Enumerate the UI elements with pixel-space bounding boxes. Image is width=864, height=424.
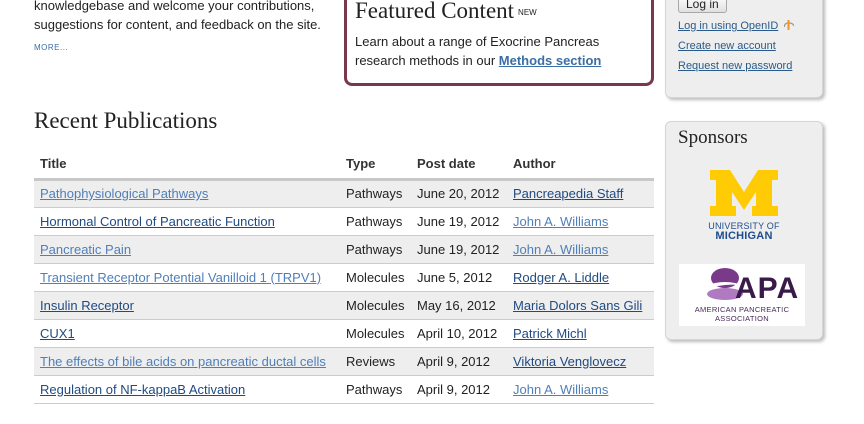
title-cell: The effects of bile acids on pancreatic … <box>34 347 340 376</box>
author-link[interactable]: Maria Dolors Sans Gili <box>513 298 642 313</box>
column-header-title: Title <box>34 150 340 181</box>
date-cell: April 10, 2012 <box>411 319 507 348</box>
column-header-type: Type <box>340 150 411 181</box>
more-link[interactable]: MORE... <box>34 38 334 57</box>
table-row: The effects of bile acids on pancreatic … <box>34 347 654 376</box>
create-account-link[interactable]: Create new account <box>678 40 776 52</box>
title-cell: Hormonal Control of Pancreatic Function <box>34 207 340 236</box>
title-cell: Pancreatic Pain <box>34 235 340 264</box>
table-row: Regulation of NF-kappaB Activation Pathw… <box>34 375 654 404</box>
apa-line-1: AMERICAN PANCREATIC <box>694 305 790 314</box>
column-header-author: Author <box>507 150 654 181</box>
openid-login-link[interactable]: Log in using OpenID <box>678 20 795 32</box>
date-cell: June 19, 2012 <box>411 235 507 264</box>
openid-link-label: Log in using OpenID <box>678 20 779 32</box>
table-row: Insulin Receptor Molecules May 16, 2012 … <box>34 291 654 320</box>
apa-letters: APA <box>735 272 800 305</box>
author-cell: John A. Williams <box>507 207 654 236</box>
type-cell: Molecules <box>340 263 411 292</box>
type-cell: Molecules <box>340 319 411 348</box>
apa-subtitle: AMERICAN PANCREATIC ASSOCIATION <box>679 305 805 323</box>
type-cell: Pathways <box>340 235 411 264</box>
date-cell: April 9, 2012 <box>411 347 507 376</box>
author-link[interactable]: John A. Williams <box>513 242 608 257</box>
title-cell: Transient Receptor Potential Vanilloid 1… <box>34 263 340 292</box>
apa-line-2: ASSOCIATION <box>714 314 769 323</box>
intro-line-2: suggestions for content, and feedback on… <box>34 17 321 32</box>
publication-link[interactable]: Transient Receptor Potential Vanilloid 1… <box>40 270 321 285</box>
type-cell: Pathways <box>340 207 411 236</box>
publication-link[interactable]: Pathophysiological Pathways <box>40 186 208 201</box>
author-cell: Viktoria Venglovecz <box>507 347 654 376</box>
publication-link[interactable]: Hormonal Control of Pancreatic Function <box>40 214 275 229</box>
title-cell: Pathophysiological Pathways <box>34 179 340 208</box>
table-header-row: Title Type Post date Author <box>34 150 654 181</box>
title-cell: Regulation of NF-kappaB Activation <box>34 375 340 404</box>
author-cell: Pancreapedia Staff <box>507 179 654 208</box>
featured-content-box: Featured Content NEW Learn about a range … <box>344 0 654 86</box>
author-link[interactable]: Pancreapedia Staff <box>513 186 623 201</box>
author-cell: Rodger A. Liddle <box>507 263 654 292</box>
table-row: Hormonal Control of Pancreatic Function … <box>34 207 654 236</box>
date-cell: June 20, 2012 <box>411 179 507 208</box>
request-password-link[interactable]: Request new password <box>678 60 792 72</box>
login-block: Log in Log in using OpenID Create new ac… <box>665 0 823 98</box>
university-of-michigan-logo[interactable]: UNIVERSITY OF MICHIGAN <box>708 168 780 242</box>
michigan-line-2: MICHIGAN <box>715 230 773 242</box>
table-row: CUX1 Molecules April 10, 2012 Patrick Mi… <box>34 319 654 348</box>
author-link[interactable]: John A. Williams <box>513 382 608 397</box>
recent-publications-title: Recent Publications <box>34 108 218 133</box>
column-header-post-date: Post date <box>411 150 507 181</box>
publication-link[interactable]: Insulin Receptor <box>40 298 134 313</box>
featured-text: Learn about a range of Exocrine Pancreas… <box>355 32 643 70</box>
type-cell: Pathways <box>340 179 411 208</box>
intro-text: knowledgebase and welcome your contribut… <box>34 0 334 57</box>
date-cell: April 9, 2012 <box>411 375 507 404</box>
date-cell: May 16, 2012 <box>411 291 507 320</box>
author-cell: John A. Williams <box>507 375 654 404</box>
type-cell: Pathways <box>340 375 411 404</box>
table-row: Pancreatic Pain Pathways June 19, 2012 J… <box>34 235 654 264</box>
table-row: Pathophysiological Pathways Pathways Jun… <box>34 179 654 208</box>
block-m-icon <box>710 170 778 216</box>
date-cell: June 19, 2012 <box>411 207 507 236</box>
author-link[interactable]: Viktoria Venglovecz <box>513 354 626 369</box>
title-cell: Insulin Receptor <box>34 291 340 320</box>
title-cell: CUX1 <box>34 319 340 348</box>
publication-link[interactable]: Pancreatic Pain <box>40 242 131 257</box>
publication-link[interactable]: The effects of bile acids on pancreatic … <box>40 354 326 369</box>
author-cell: John A. Williams <box>507 235 654 264</box>
featured-title: Featured Content NEW <box>355 0 643 24</box>
table-row: Transient Receptor Potential Vanilloid 1… <box>34 263 654 292</box>
type-cell: Reviews <box>340 347 411 376</box>
login-button[interactable]: Log in <box>678 0 727 13</box>
sponsors-block: Sponsors UNIVERSITY OF MICHIGAN APA AMER… <box>665 121 823 340</box>
publication-link[interactable]: Regulation of NF-kappaB Activation <box>40 382 245 397</box>
publication-link[interactable]: CUX1 <box>40 326 75 341</box>
methods-section-link[interactable]: Methods section <box>499 53 602 68</box>
author-cell: Patrick Michl <box>507 319 654 348</box>
type-cell: Molecules <box>340 291 411 320</box>
publications-table: Title Type Post date Author Pathophysiol… <box>34 150 654 404</box>
date-cell: June 5, 2012 <box>411 263 507 292</box>
author-link[interactable]: John A. Williams <box>513 214 608 229</box>
author-cell: Maria Dolors Sans Gili <box>507 291 654 320</box>
openid-icon <box>784 20 795 30</box>
author-link[interactable]: Patrick Michl <box>513 326 587 341</box>
new-badge: NEW <box>518 8 537 17</box>
author-link[interactable]: Rodger A. Liddle <box>513 270 609 285</box>
featured-title-text: Featured Content <box>355 0 515 23</box>
american-pancreatic-association-logo[interactable]: APA AMERICAN PANCREATIC ASSOCIATION <box>679 264 805 326</box>
intro-line-1: knowledgebase and welcome your contribut… <box>34 0 315 13</box>
sponsors-title: Sponsors <box>678 127 748 148</box>
